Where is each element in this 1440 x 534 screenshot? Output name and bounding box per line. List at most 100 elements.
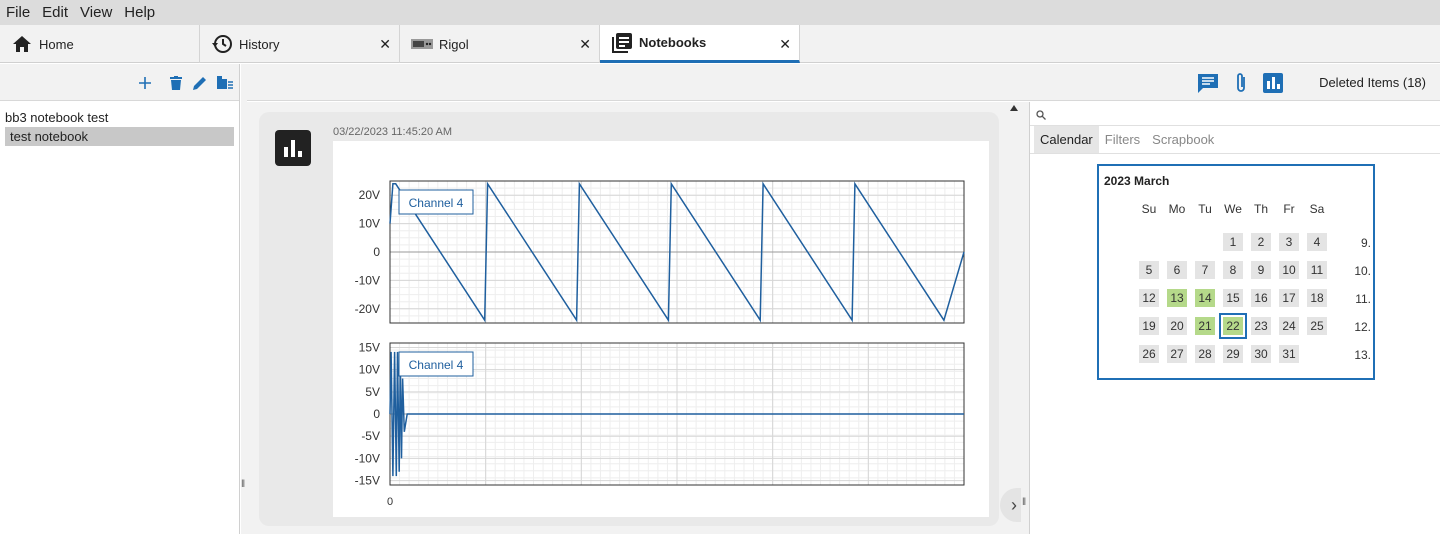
calendar-day[interactable]: 2 (1251, 233, 1271, 251)
entries-panel: 03/22/2023 11:45:20 AM 20V 10V 0 -10V -20V Ch… (247, 102, 1007, 534)
tab-rigol-label: Rigol (439, 36, 469, 52)
calendar-day[interactable]: 16 (1251, 289, 1271, 307)
calendar-day[interactable]: 29 (1223, 345, 1243, 363)
calendar-day[interactable]: 21 (1195, 317, 1215, 335)
close-icon[interactable]: ✕ (579, 37, 591, 51)
search-input[interactable] (1052, 105, 1432, 123)
right-splitter[interactable]: ‖ (1021, 102, 1029, 534)
calendar-weekday: Su (1141, 202, 1157, 216)
calendar-day[interactable]: 13 (1167, 289, 1187, 307)
move-icon[interactable] (216, 74, 234, 92)
calendar-day-today[interactable]: 22 (1219, 313, 1247, 339)
legend-label: Channel 4 (409, 196, 464, 210)
calendar-week-number: 13. (1354, 348, 1371, 362)
calendar-weekday: Fr (1283, 202, 1295, 216)
calendar-day[interactable]: 3 (1279, 233, 1299, 251)
calendar-day[interactable]: 30 (1251, 345, 1271, 363)
menu-view[interactable]: View (74, 4, 118, 21)
calendar-day[interactable]: 5 (1139, 261, 1159, 279)
y-tick-label: -5V (361, 429, 380, 443)
calendar-day[interactable]: 26 (1139, 345, 1159, 363)
y-tick-label: -15V (355, 474, 380, 488)
x-tick-label: 0 (387, 496, 393, 508)
tab-rigol[interactable]: Rigol ✕ (400, 25, 600, 63)
y-tick-label: -20V (355, 302, 380, 316)
tab-calendar[interactable]: Calendar (1034, 126, 1099, 153)
tab-home-label: Home (39, 36, 74, 52)
calendar-day[interactable]: 19 (1139, 317, 1159, 335)
calendar-day[interactable]: 25 (1307, 317, 1327, 335)
menu-edit[interactable]: Edit (36, 4, 74, 21)
calendar-day[interactable]: 28 (1195, 345, 1215, 363)
notebook-entry[interactable]: 03/22/2023 11:45:20 AM 20V 10V 0 -10V -20V Ch… (259, 112, 999, 526)
notebook-item-selected[interactable]: test notebook (5, 127, 234, 146)
calendar-weekday: Th (1253, 202, 1268, 216)
notebook-item[interactable]: bb3 notebook test (0, 108, 234, 127)
tab-history[interactable]: History ✕ (200, 25, 400, 63)
home-icon (11, 33, 33, 55)
calendar-day[interactable]: 7 (1195, 261, 1215, 279)
calendar-day[interactable]: 12 (1139, 289, 1159, 307)
notebook-icon (611, 32, 633, 54)
comment-icon[interactable] (1197, 72, 1219, 94)
calendar-day[interactable]: 8 (1223, 261, 1243, 279)
y-tick-label: 10V (359, 363, 380, 377)
entry-timestamp: 03/22/2023 11:45:20 AM (333, 126, 453, 138)
calendar-weekday: Mo (1168, 202, 1186, 216)
chart-icon[interactable] (1262, 72, 1284, 94)
tab-home[interactable]: Home (0, 25, 200, 63)
calendar-day[interactable]: 20 (1167, 317, 1187, 335)
chevron-right-icon: › (1011, 494, 1017, 515)
calendar-day[interactable]: 27 (1167, 345, 1187, 363)
attachment-icon[interactable] (1230, 72, 1252, 94)
calendar-day[interactable]: 14 (1195, 289, 1215, 307)
calendar-day[interactable]: 6 (1167, 261, 1187, 279)
sidebar-toolbar (0, 64, 239, 101)
calendar-day[interactable]: 17 (1279, 289, 1299, 307)
deleted-items-link[interactable]: Deleted Items (18) (1319, 75, 1426, 90)
tab-scrapbook[interactable]: Scrapbook (1146, 126, 1220, 153)
y-tick-label: 0 (373, 407, 380, 421)
y-tick-label: -10V (355, 451, 380, 465)
calendar-week-number: 9. (1360, 236, 1371, 250)
y-tick-label: 5V (365, 385, 380, 399)
y-tick-label: -10V (355, 273, 380, 287)
delete-icon[interactable] (167, 74, 185, 92)
menu-file[interactable]: File (0, 4, 36, 21)
edit-icon[interactable] (191, 74, 209, 92)
y-tick-label: 0 (373, 245, 380, 259)
calendar-weekday: Tu (1198, 202, 1212, 216)
close-icon[interactable]: ✕ (779, 37, 791, 51)
calendar-week-number: 11. (1355, 292, 1371, 306)
notebook-sidebar: bb3 notebook test test notebook (0, 64, 240, 534)
calendar-day[interactable]: 18 (1307, 289, 1327, 307)
calendar-day[interactable]: 15 (1223, 289, 1243, 307)
close-icon[interactable]: ✕ (379, 37, 391, 51)
splitter-grip-icon: ‖ (241, 479, 246, 490)
calendar-day[interactable]: 11 (1307, 261, 1327, 279)
tab-notebooks[interactable]: Notebooks ✕ (600, 25, 800, 63)
tab-bar: Home History ✕ Rigol ✕ Notebooks ✕ (0, 25, 1440, 63)
search-icon (1036, 108, 1046, 123)
calendar-day[interactable]: 4 (1307, 233, 1327, 251)
calendar-day[interactable]: 1 (1223, 233, 1243, 251)
tab-filters[interactable]: Filters (1099, 126, 1146, 153)
calendar-week-number: 12. (1354, 320, 1371, 334)
scroll-up-icon[interactable] (1010, 105, 1018, 111)
calendar-weekday: Sa (1309, 202, 1325, 216)
calendar-day[interactable]: 9 (1251, 261, 1271, 279)
calendar-weekday: We (1224, 202, 1242, 216)
menu-help[interactable]: Help (118, 4, 161, 21)
calendar-day[interactable]: 10 (1279, 261, 1299, 279)
calendar-day[interactable]: 23 (1251, 317, 1271, 335)
y-tick-label: 15V (359, 340, 380, 354)
calendar-day[interactable]: 24 (1279, 317, 1299, 335)
calendar-day[interactable]: 31 (1279, 345, 1299, 363)
add-icon[interactable] (136, 74, 154, 92)
entries-toolbar: Deleted Items (18) (247, 64, 1440, 101)
chart-icon (275, 130, 311, 166)
history-icon (211, 33, 233, 55)
entry-plot-area: 20V 10V 0 -10V -20V Channel 4 15V 10V 5V 0 -5V -10V… (333, 141, 989, 517)
right-sidebar: Calendar Filters Scrapbook 2023 March Su… (1029, 102, 1440, 534)
entries-scrollbar[interactable] (1007, 102, 1021, 534)
